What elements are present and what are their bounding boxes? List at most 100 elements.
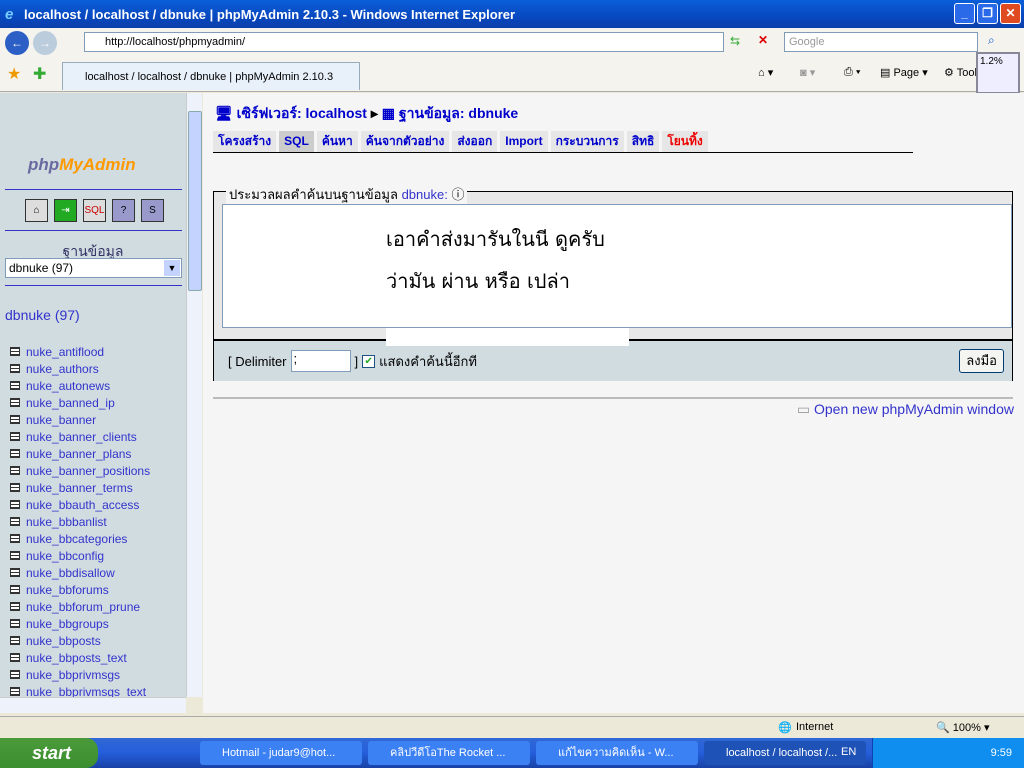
add-favorite-icon[interactable]: ✚ xyxy=(33,64,46,84)
back-button[interactable]: ← xyxy=(5,31,29,55)
start-button[interactable]: start xyxy=(0,738,98,768)
table-list-item[interactable]: nuke_bbcategories xyxy=(10,530,150,547)
table-link[interactable]: nuke_bbposts xyxy=(26,634,101,648)
breadcrumb-server[interactable]: เซิร์ฟเวอร์: localhost xyxy=(237,105,367,121)
table-link[interactable]: nuke_bbforums xyxy=(26,583,109,597)
zoom-control[interactable]: 🔍 100% ▾ xyxy=(936,721,989,734)
favorites-star-icon[interactable]: ★ xyxy=(7,64,21,84)
table-list-item[interactable]: nuke_bbbanlist xyxy=(10,513,150,530)
table-link[interactable]: nuke_bbcategories xyxy=(26,532,127,546)
table-list-item[interactable]: nuke_bbgroups xyxy=(10,615,150,632)
phpmyadmin-logo[interactable]: phpMyAdmin xyxy=(28,155,136,175)
address-bar[interactable]: http://localhost/phpmyadmin/ xyxy=(84,32,724,52)
go-button[interactable]: ลงมือ xyxy=(959,349,1004,373)
home-icon[interactable]: ⌂ ▾ xyxy=(758,66,773,79)
table-list-item[interactable]: nuke_authors xyxy=(10,360,150,377)
table-link[interactable]: nuke_banner xyxy=(26,413,96,427)
table-list-item[interactable]: nuke_bbposts xyxy=(10,632,150,649)
tab-6[interactable]: กระบวนการ xyxy=(550,131,624,152)
table-list-item[interactable]: nuke_banner_positions xyxy=(10,462,150,479)
tab-2[interactable]: ค้นหา xyxy=(316,131,358,152)
help-icon[interactable]: ⓘ xyxy=(451,187,464,202)
forward-button[interactable]: → xyxy=(33,31,57,55)
table-link[interactable]: nuke_bbconfig xyxy=(26,549,104,563)
table-link[interactable]: nuke_banned_ip xyxy=(26,396,115,410)
tab-4[interactable]: ส่งออก xyxy=(452,131,498,152)
search-input[interactable]: Google xyxy=(784,32,978,52)
delimiter-input[interactable]: ; xyxy=(290,350,351,372)
breadcrumb-database[interactable]: ฐานข้อมูล: dbnuke xyxy=(399,105,518,121)
tab-8[interactable]: โยนทิ้ง xyxy=(662,131,708,152)
table-link[interactable]: nuke_bbauth_access xyxy=(26,498,139,512)
table-list-item[interactable]: nuke_autonews xyxy=(10,377,150,394)
table-list-item[interactable]: nuke_antiflood xyxy=(10,343,150,360)
feeds-icon[interactable]: ◙ ▾ xyxy=(800,66,815,79)
table-list-item[interactable]: nuke_bbdisallow xyxy=(10,564,150,581)
tab-3[interactable]: ค้นจากตัวอย่าง xyxy=(360,131,450,152)
table-link[interactable]: nuke_bbforum_prune xyxy=(26,600,140,614)
table-link[interactable]: nuke_banner_clients xyxy=(26,430,137,444)
table-link[interactable]: nuke_autonews xyxy=(26,379,110,393)
stop-icon[interactable]: ✕ xyxy=(758,33,768,47)
sql-query-icon[interactable]: SQL xyxy=(83,199,106,222)
exit-icon[interactable]: ⇥ xyxy=(54,199,77,222)
table-link[interactable]: nuke_bbdisallow xyxy=(26,566,115,580)
scrollbar-thumb[interactable] xyxy=(188,111,202,291)
table-list-item[interactable]: nuke_bbforum_prune xyxy=(10,598,150,615)
refresh-icon[interactable]: ⇆ xyxy=(730,34,740,48)
table-link[interactable]: nuke_bbgroups xyxy=(26,617,109,631)
table-list-item[interactable]: nuke_banner_clients xyxy=(10,428,150,445)
close-button[interactable]: ✕ xyxy=(1000,3,1021,24)
sql-text-line: ว่ามัน ผ่าน หรือ เปล่า xyxy=(386,269,570,293)
sql-textarea[interactable]: เอาคำส่งมารันในนี ดูครับ ว่ามัน ผ่าน หรื… xyxy=(222,204,1012,328)
table-link[interactable]: nuke_antiflood xyxy=(26,345,104,359)
sidebar-scrollbar[interactable] xyxy=(186,93,202,697)
show-query-checkbox[interactable]: ✔ xyxy=(362,354,376,368)
language-indicator[interactable]: EN xyxy=(841,746,856,758)
tab-1[interactable]: SQL xyxy=(279,131,314,152)
server-icon: 🖥 xyxy=(215,105,233,121)
maximize-button[interactable]: ❐ xyxy=(977,3,998,24)
table-icon xyxy=(10,500,20,509)
cpu-meter: 1.2% xyxy=(976,52,1020,94)
table-link[interactable]: nuke_banner_positions xyxy=(26,464,150,478)
table-list-item[interactable]: nuke_bbauth_access xyxy=(10,496,150,513)
home-icon[interactable]: ⌂ xyxy=(25,199,48,222)
search-icon[interactable]: ⌕ xyxy=(988,33,995,48)
legend-db-link[interactable]: dbnuke: xyxy=(402,187,448,202)
table-list-item[interactable]: nuke_bbposts_text xyxy=(10,649,150,666)
table-link[interactable]: nuke_banner_terms xyxy=(26,481,133,495)
table-list-item[interactable]: nuke_banner xyxy=(10,411,150,428)
database-link[interactable]: dbnuke (97) xyxy=(5,307,80,323)
open-new-window-link[interactable]: ▭ Open new phpMyAdmin window xyxy=(797,401,1014,418)
table-list-item[interactable]: nuke_bbprivmsgs xyxy=(10,666,150,683)
print-icon[interactable]: ⎙ ▾ xyxy=(844,66,860,79)
tab-0[interactable]: โครงสร้าง xyxy=(213,131,277,152)
tab-7[interactable]: สิทธิ xyxy=(626,131,660,152)
page-menu[interactable]: ▤ Page ▾ xyxy=(880,66,928,79)
table-link[interactable]: nuke_bbprivmsgs xyxy=(26,668,120,682)
table-link[interactable]: nuke_banner_plans xyxy=(26,447,131,461)
table-link[interactable]: nuke_authors xyxy=(26,362,99,376)
sidebar-horizontal-scrollbar[interactable] xyxy=(0,697,186,713)
taskbar-item[interactable]: แก้ไขความคิดเห็น - W... xyxy=(536,741,698,765)
table-list-item[interactable]: nuke_banner_terms xyxy=(10,479,150,496)
sql-docs-icon[interactable]: S xyxy=(141,199,164,222)
table-list-item[interactable]: nuke_bbconfig xyxy=(10,547,150,564)
browser-tab[interactable]: localhost / localhost / dbnuke | phpMyAd… xyxy=(62,62,360,90)
table-list-item[interactable]: nuke_bbforums xyxy=(10,581,150,598)
sql-text-line: เอาคำส่งมารันในนี ดูครับ xyxy=(386,227,605,251)
sidebar: phpMyAdmin ⌂ ⇥ SQL ? S ฐานข้อมูล dbnuke … xyxy=(0,93,186,713)
table-link[interactable]: nuke_bbbanlist xyxy=(26,515,107,529)
taskbar-item[interactable]: คลิปวีดีโอThe Rocket ... xyxy=(368,741,530,765)
security-zone: Internet xyxy=(796,721,834,733)
database-select[interactable]: dbnuke (97) ▼ xyxy=(5,258,182,278)
taskbar-item[interactable]: Hotmail - judar9@hot... xyxy=(200,741,362,765)
table-list-item[interactable]: nuke_banned_ip xyxy=(10,394,150,411)
help-icon[interactable]: ? xyxy=(112,199,135,222)
tab-5[interactable]: Import xyxy=(500,131,548,152)
minimize-button[interactable]: _ xyxy=(954,3,975,24)
table-link[interactable]: nuke_bbposts_text xyxy=(26,651,127,665)
table-list-item[interactable]: nuke_banner_plans xyxy=(10,445,150,462)
main-content: 🖥 เซิร์ฟเวอร์: localhost ▸ ▦ ฐานข้อมูล: … xyxy=(203,93,1024,713)
